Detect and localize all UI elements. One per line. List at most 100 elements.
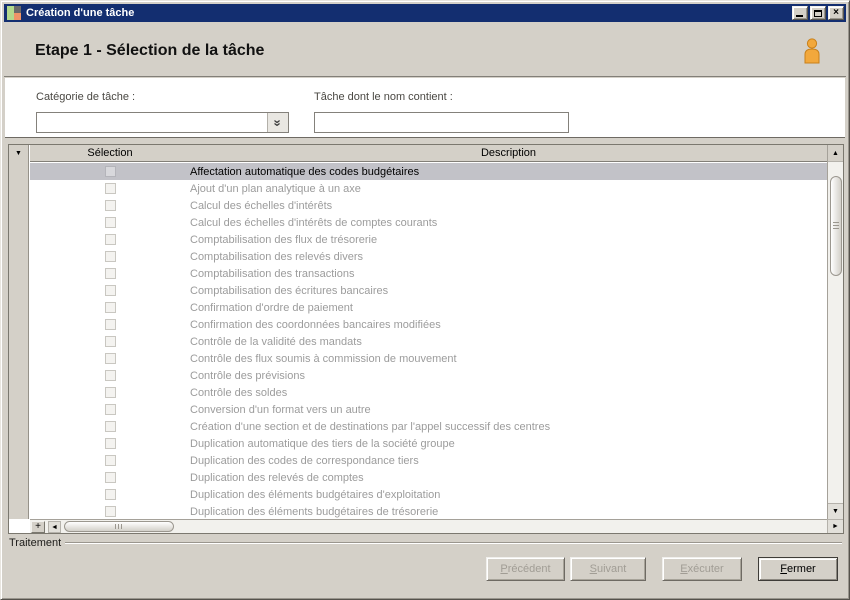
row-description: Calcul des échelles d'intérêts	[190, 199, 333, 212]
row-checkbox[interactable]	[104, 404, 116, 415]
table-row[interactable]: Confirmation d'ordre de paiement	[30, 299, 827, 316]
table-row[interactable]: Contrôle des flux soumis à commission de…	[30, 350, 827, 367]
table-row[interactable]: Affectation automatique des codes budgét…	[30, 163, 827, 180]
table-menu-button[interactable]: ▼	[9, 145, 28, 162]
table-row[interactable]: Conversion d'un format vers un autre	[30, 401, 827, 418]
next-button[interactable]: Suivant	[570, 557, 646, 581]
table-row[interactable]: Comptabilisation des écritures bancaires	[30, 282, 827, 299]
selection-cell	[30, 472, 190, 483]
row-checkbox[interactable]	[104, 183, 116, 194]
treatment-group-label: Traitement	[9, 537, 66, 549]
category-combobox[interactable]: »	[36, 112, 289, 133]
selection-cell	[30, 302, 190, 313]
selection-cell	[30, 336, 190, 347]
selection-cell	[30, 353, 190, 364]
table-row[interactable]: Contrôle des soldes	[30, 384, 827, 401]
selection-cell	[30, 455, 190, 466]
row-description: Contrôle des soldes	[190, 386, 288, 399]
titlebar[interactable]: Création d'une tâche ×	[4, 4, 846, 22]
row-description: Ajout d'un plan analytique à un axe	[190, 182, 361, 195]
row-description: Duplication des relevés de comptes	[190, 471, 364, 484]
table-row[interactable]: Création d'une section et de destination…	[30, 418, 827, 435]
triangle-down-icon: ▼	[832, 508, 839, 515]
expand-button[interactable]: +	[31, 521, 45, 533]
table-row[interactable]: Duplication des éléments budgétaires de …	[30, 503, 827, 519]
maximize-button[interactable]	[810, 6, 826, 20]
scroll-right-button[interactable]: ►	[827, 519, 843, 533]
row-description: Création d'une section et de destination…	[190, 420, 551, 433]
table-row[interactable]: Duplication automatique des tiers de la …	[30, 435, 827, 452]
row-checkbox[interactable]	[104, 472, 116, 483]
row-description: Comptabilisation des flux de trésorerie	[190, 233, 378, 246]
row-checkbox[interactable]	[104, 268, 116, 279]
triangle-down-icon: ▼	[15, 150, 22, 157]
row-checkbox[interactable]	[104, 370, 116, 381]
close-dialog-button[interactable]: Fermer	[758, 557, 838, 581]
task-name-input[interactable]	[314, 112, 569, 133]
selection-cell	[30, 319, 190, 330]
table-row[interactable]: Ajout d'un plan analytique à un axe	[30, 180, 827, 197]
row-description: Comptabilisation des écritures bancaires	[190, 284, 389, 297]
table-row[interactable]: Duplication des éléments budgétaires d'e…	[30, 486, 827, 503]
row-checkbox[interactable]	[104, 200, 116, 211]
selection-cell	[30, 200, 190, 211]
horizontal-scrollbar[interactable]: + ◄	[30, 519, 827, 533]
table-row[interactable]: Confirmation des coordonnées bancaires m…	[30, 316, 827, 333]
row-description: Affectation automatique des codes budgét…	[190, 165, 420, 178]
minimize-button[interactable]	[792, 6, 808, 20]
row-checkbox[interactable]	[104, 285, 116, 296]
row-description: Contrôle de la validité des mandats	[190, 335, 362, 348]
dialog-window: Création d'une tâche × Etape 1 - Sélecti…	[0, 0, 850, 600]
vertical-scrollbar-thumb[interactable]	[830, 176, 842, 276]
row-checkbox[interactable]	[104, 251, 116, 262]
close-button[interactable]: ×	[828, 6, 844, 20]
app-icon	[7, 6, 21, 20]
table-row[interactable]: Calcul des échelles d'intérêts de compte…	[30, 214, 827, 231]
column-header-selection[interactable]: Sélection	[30, 145, 190, 161]
scroll-up-button[interactable]: ▲	[828, 145, 843, 162]
table-row[interactable]: Calcul des échelles d'intérêts	[30, 197, 827, 214]
selection-cell	[30, 251, 190, 262]
table-row[interactable]: Contrôle de la validité des mandats	[30, 333, 827, 350]
group-divider	[9, 542, 842, 544]
row-checkbox[interactable]	[104, 353, 116, 364]
table-body: Affectation automatique des codes budgét…	[30, 163, 827, 519]
row-checkbox[interactable]	[104, 319, 116, 330]
row-checkbox[interactable]	[104, 217, 116, 228]
window-title: Création d'une tâche	[26, 7, 135, 19]
row-checkbox[interactable]	[104, 302, 116, 313]
selection-cell	[30, 370, 190, 381]
column-header-description[interactable]: Description	[190, 145, 827, 161]
row-checkbox[interactable]	[104, 234, 116, 245]
scroll-down-button[interactable]: ▼	[828, 503, 843, 519]
table-row[interactable]: Comptabilisation des flux de trésorerie	[30, 231, 827, 248]
selection-cell	[30, 268, 190, 279]
triangle-up-icon: ▲	[832, 149, 839, 157]
execute-button[interactable]: Exécuter	[662, 557, 742, 581]
row-checkbox[interactable]	[104, 506, 116, 517]
table-row[interactable]: Contrôle des prévisions	[30, 367, 827, 384]
category-label: Catégorie de tâche :	[36, 91, 136, 103]
row-checkbox[interactable]	[104, 489, 116, 500]
combo-dropdown-button[interactable]: »	[267, 113, 288, 132]
row-checkbox[interactable]	[104, 421, 116, 432]
selection-cell	[30, 183, 190, 194]
table-row[interactable]: Duplication des codes de correspondance …	[30, 452, 827, 469]
table-row[interactable]: Duplication des relevés de comptes	[30, 469, 827, 486]
selection-cell	[30, 166, 190, 177]
table-row[interactable]: Comptabilisation des relevés divers	[30, 248, 827, 265]
row-description: Duplication des codes de correspondance …	[190, 454, 419, 467]
previous-button[interactable]: Précédent	[486, 557, 565, 581]
row-checkbox[interactable]	[104, 387, 116, 398]
row-checkbox[interactable]	[104, 336, 116, 347]
row-checkbox[interactable]	[104, 438, 116, 449]
selection-cell	[30, 421, 190, 432]
scroll-left-button[interactable]: ◄	[48, 521, 61, 533]
horizontal-scrollbar-thumb[interactable]	[64, 521, 174, 532]
row-description: Confirmation des coordonnées bancaires m…	[190, 318, 441, 331]
table-row[interactable]: Comptabilisation des transactions	[30, 265, 827, 282]
selection-cell	[30, 387, 190, 398]
row-checkbox[interactable]	[104, 166, 116, 177]
row-checkbox[interactable]	[104, 455, 116, 466]
vertical-scrollbar[interactable]: ▲ ▼	[827, 145, 843, 519]
